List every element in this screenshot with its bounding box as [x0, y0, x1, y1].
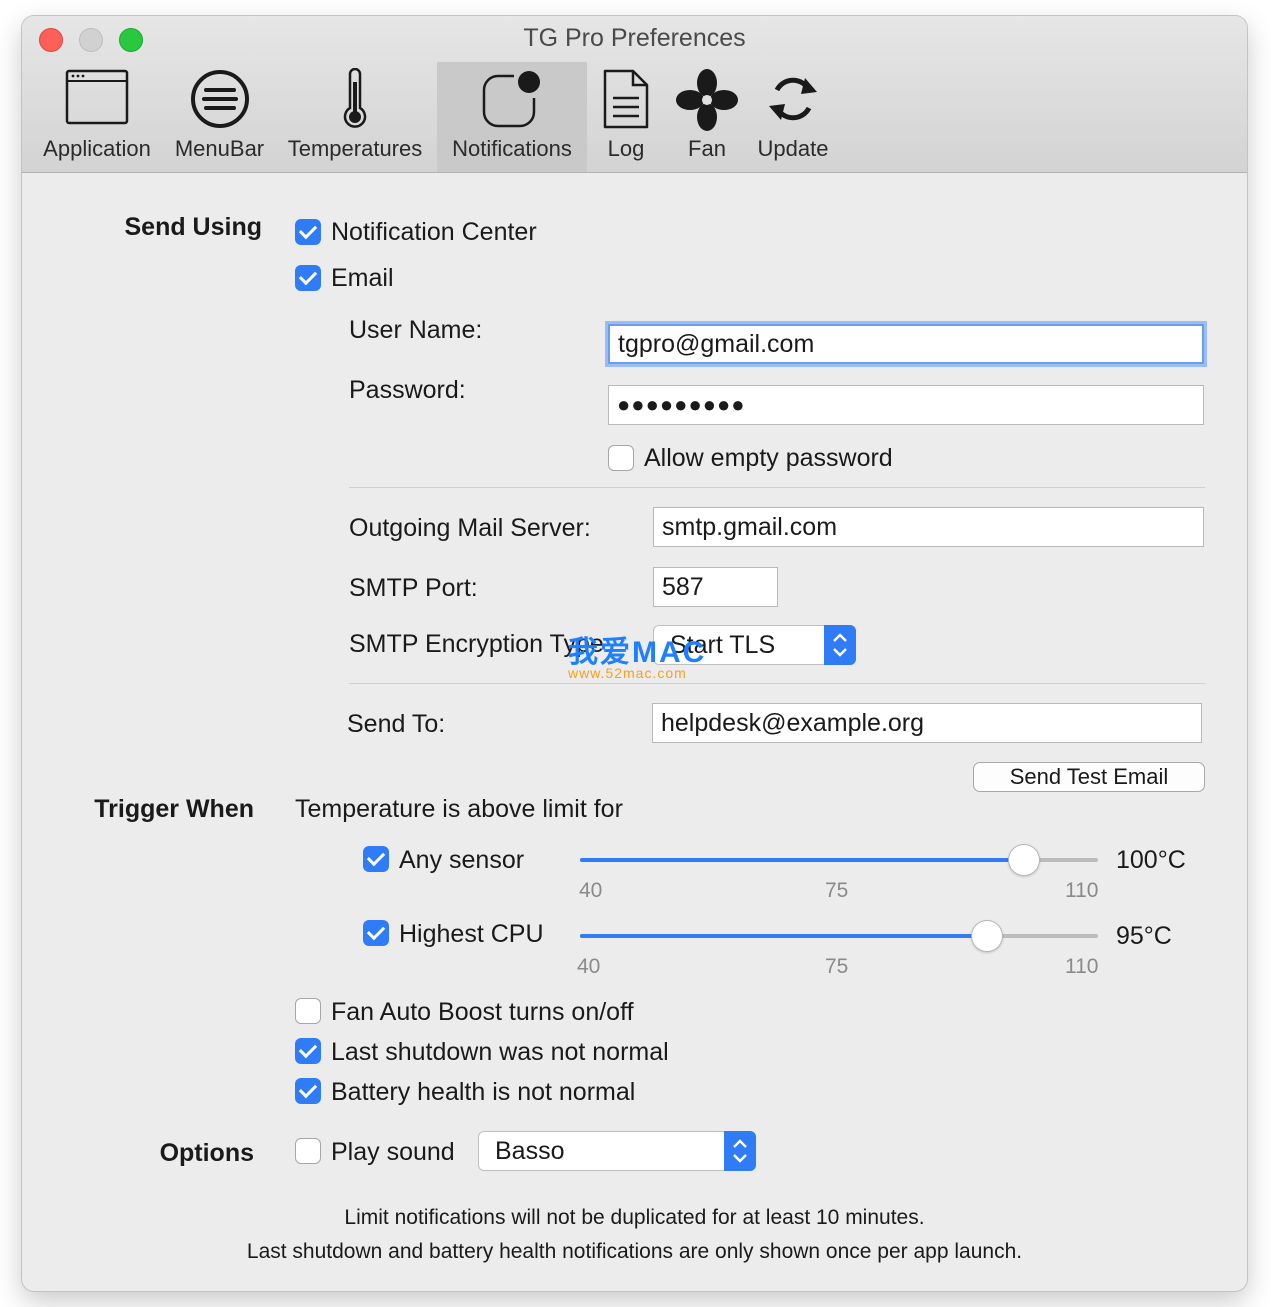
- any-sensor-value: 100°C: [1116, 846, 1186, 874]
- slider-tick-mid: 75: [825, 955, 849, 978]
- play-sound-label: Play sound: [331, 1138, 455, 1166]
- outgoing-server-field[interactable]: smtp.gmail.com: [653, 507, 1204, 547]
- toolbar: TG Pro Preferences Application MenuBar T…: [22, 16, 1247, 173]
- last-shutdown-checkbox[interactable]: [295, 1038, 321, 1064]
- slider-tick-mid: 75: [825, 879, 849, 902]
- separator: [349, 487, 1205, 488]
- slider-tick-max: 110: [1065, 879, 1099, 902]
- username-field[interactable]: tgpro@gmail.com: [608, 324, 1204, 364]
- tab-label: Update: [757, 136, 829, 161]
- last-shutdown-label: Last shutdown was not normal: [331, 1038, 669, 1066]
- email-checkbox[interactable]: [295, 265, 321, 291]
- battery-health-checkbox[interactable]: [295, 1078, 321, 1104]
- slider-tick-min: 40: [579, 879, 603, 902]
- notification-badge-icon: [482, 71, 540, 128]
- fan-icon: [676, 69, 738, 131]
- watermark: 我爱MAC www.52mac.com: [568, 627, 706, 681]
- send-test-email-button[interactable]: Send Test Email: [973, 762, 1205, 792]
- fan-auto-boost-label: Fan Auto Boost turns on/off: [331, 998, 634, 1026]
- tab-menubar[interactable]: MenuBar: [167, 62, 272, 172]
- options-label: Options: [159, 1139, 254, 1167]
- application-window-icon: [65, 69, 129, 125]
- outgoing-server-label: Outgoing Mail Server:: [349, 514, 591, 542]
- send-to-field[interactable]: helpdesk@example.org: [652, 703, 1202, 743]
- slider-tick-min: 40: [577, 955, 601, 978]
- any-sensor-checkbox[interactable]: [363, 846, 389, 872]
- thermometer-icon: [343, 68, 367, 128]
- battery-health-label: Battery health is not normal: [331, 1078, 636, 1106]
- tab-notifications[interactable]: Notifications: [437, 62, 587, 172]
- tab-label: Temperatures: [287, 136, 423, 161]
- any-sensor-slider[interactable]: [580, 845, 1098, 875]
- username-label: User Name:: [349, 316, 483, 344]
- document-log-icon: [603, 69, 649, 129]
- fan-auto-boost-checkbox[interactable]: [295, 998, 321, 1024]
- tab-label: Fan: [688, 136, 726, 161]
- tab-log[interactable]: Log: [594, 62, 658, 172]
- window-title: TG Pro Preferences: [523, 24, 746, 52]
- refresh-arrows-icon: [769, 77, 817, 121]
- highest-cpu-value: 95°C: [1116, 922, 1172, 950]
- notification-center-label: Notification Center: [331, 218, 537, 246]
- slider-knob[interactable]: [1009, 845, 1039, 875]
- any-sensor-label: Any sensor: [399, 846, 525, 874]
- sound-popup[interactable]: Basso: [478, 1131, 756, 1171]
- password-label: Password:: [349, 376, 466, 404]
- slider-tick-max: 110: [1065, 955, 1099, 978]
- trigger-heading: Temperature is above limit for: [295, 795, 623, 823]
- trigger-when-label: Trigger When: [94, 795, 254, 823]
- slider-fill: [580, 934, 987, 938]
- send-to-label: Send To:: [347, 710, 446, 738]
- highest-cpu-label: Highest CPU: [399, 920, 544, 948]
- highest-cpu-slider[interactable]: [580, 921, 1098, 951]
- tab-update[interactable]: Update: [750, 62, 836, 172]
- slider-knob[interactable]: [972, 921, 1002, 951]
- slider-fill: [580, 858, 1024, 862]
- menubar-list-icon: [190, 70, 249, 128]
- email-label: Email: [331, 264, 394, 292]
- watermark-url: www.52mac.com: [568, 665, 687, 681]
- play-sound-checkbox[interactable]: [295, 1138, 321, 1164]
- tab-label: Notifications: [452, 136, 572, 161]
- tab-application[interactable]: Application: [32, 62, 162, 172]
- allow-empty-password-label: Allow empty password: [644, 444, 893, 472]
- chevron-up-down-icon: [724, 1131, 756, 1171]
- sound-popup-value: Basso: [495, 1137, 565, 1165]
- notification-center-checkbox[interactable]: [295, 219, 321, 245]
- send-using-label: Send Using: [124, 213, 262, 241]
- smtp-port-label: SMTP Port:: [349, 574, 478, 602]
- footer-note-2: Last shutdown and battery health notific…: [246, 1240, 1023, 1263]
- tab-label: Application: [43, 136, 151, 161]
- tab-temperatures[interactable]: Temperatures: [280, 62, 430, 172]
- smtp-port-field[interactable]: 587: [653, 567, 778, 607]
- tab-fan[interactable]: Fan: [670, 62, 744, 172]
- notifications-pane: Send Using Notification Center Email Use…: [22, 173, 1247, 1291]
- tab-label: MenuBar: [174, 136, 265, 161]
- separator: [349, 683, 1205, 684]
- footer-note-1: Limit notifications will not be duplicat…: [344, 1206, 925, 1229]
- chevron-up-down-icon: [824, 625, 856, 665]
- password-field[interactable]: ●●●●●●●●●: [608, 385, 1204, 425]
- allow-empty-password-checkbox[interactable]: [608, 445, 634, 471]
- tab-label: Log: [607, 136, 645, 161]
- highest-cpu-checkbox[interactable]: [363, 920, 389, 946]
